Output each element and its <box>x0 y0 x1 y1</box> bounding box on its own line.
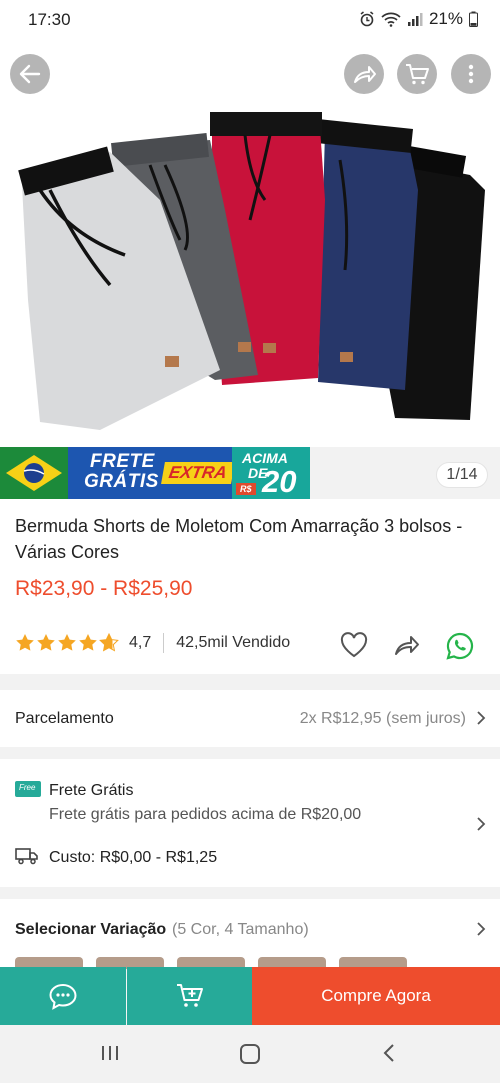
add-to-cart-button[interactable] <box>127 967 252 1025</box>
more-vertical-icon <box>468 64 474 84</box>
whatsapp-icon <box>446 632 474 660</box>
banner-amount-block: ACIMA DE R$ 20 <box>232 447 310 499</box>
variation-label: Selecionar Variação <box>15 921 167 938</box>
status-bar: 17:30 21% <box>0 0 500 40</box>
recent-apps-icon[interactable] <box>100 1043 120 1063</box>
chat-icon <box>49 983 77 1010</box>
rating-value: 4,7 <box>129 634 152 651</box>
shipping-subtitle: Frete grátis para pedidos acima de R$20,… <box>49 806 362 823</box>
share-icon <box>395 636 419 655</box>
banner-extra-tag: EXTRA <box>161 462 235 484</box>
truck-icon <box>15 848 38 865</box>
system-nav-bar <box>0 1025 500 1083</box>
star-icon <box>79 634 97 651</box>
favorite-button[interactable] <box>340 632 368 663</box>
cart-icon <box>406 64 429 85</box>
star-icon <box>58 634 76 651</box>
installments-row[interactable]: Parcelamento 2x R$12,95 (sem juros) <box>0 690 500 747</box>
banner-frete-text: FRETE GRÁTIS <box>84 451 159 492</box>
arrow-left-icon <box>19 64 41 84</box>
rating-row[interactable]: 4,7 42,5mil Vendido <box>15 633 290 653</box>
battery-text: 21% <box>428 9 463 28</box>
heart-icon <box>340 632 368 658</box>
star-half-icon <box>99 633 119 652</box>
bottom-action-bar: Compre Agora <box>0 967 500 1025</box>
installments-label: Parcelamento <box>15 710 114 727</box>
rating-divider <box>163 633 165 653</box>
alarm-icon <box>360 11 374 27</box>
share-button[interactable] <box>344 54 384 94</box>
chat-button[interactable] <box>0 967 126 1025</box>
add-cart-icon <box>176 984 203 1007</box>
chevron-right-icon <box>477 711 486 725</box>
banner-amount-text: 20 <box>262 464 297 499</box>
product-price: R$23,90 - R$25,90 <box>15 577 193 600</box>
signal-icon <box>407 13 423 26</box>
product-info-section: Bermuda Shorts de Moletom Com Amarração … <box>0 499 500 674</box>
banner-currency-tag: R$ <box>236 483 256 495</box>
share-icon <box>354 66 376 83</box>
buy-now-button[interactable]: Compre Agora <box>252 967 500 1025</box>
banner-text-block: FRETE GRÁTIS EXTRA <box>68 447 235 499</box>
free-shipping-badge: Free <box>15 781 41 797</box>
free-shipping-banner: FRETE GRÁTIS EXTRA ACIMA DE R$ 20 <box>0 447 310 499</box>
shipping-section[interactable]: Free Frete Grátis Frete grátis para pedi… <box>0 759 500 887</box>
status-icons: 21% <box>359 9 478 29</box>
brazil-flag-icon <box>0 447 68 499</box>
variation-detail: (5 Cor, 4 Tamanho) <box>172 921 309 938</box>
product-title: Bermuda Shorts de Moletom Com Amarração … <box>15 516 463 562</box>
wifi-icon <box>381 12 401 27</box>
shipping-cost: Custo: R$0,00 - R$1,25 <box>49 849 218 866</box>
cart-button[interactable] <box>397 54 437 94</box>
product-image-gallery[interactable] <box>0 40 500 447</box>
chevron-right-icon <box>477 817 486 831</box>
free-badge-text: Free <box>19 783 36 792</box>
back-button[interactable] <box>10 54 50 94</box>
star-icon <box>37 634 55 651</box>
whatsapp-share-button[interactable] <box>446 632 474 665</box>
more-options-button[interactable] <box>451 54 491 94</box>
home-icon[interactable] <box>239 1043 261 1065</box>
image-page-counter: 1/14 <box>436 462 488 488</box>
product-image <box>18 112 485 430</box>
sold-count: 42,5mil Vendido <box>176 634 291 651</box>
status-time: 17:30 <box>28 10 71 29</box>
rating-stars <box>15 633 119 653</box>
battery-icon <box>469 11 478 27</box>
share-product-button[interactable] <box>393 632 421 663</box>
shipping-title: Frete Grátis <box>49 782 134 799</box>
star-icon <box>16 634 34 651</box>
installments-value: 2x R$12,95 (sem juros) <box>299 710 466 727</box>
chevron-right-icon <box>477 922 486 936</box>
back-nav-icon[interactable] <box>382 1043 396 1063</box>
